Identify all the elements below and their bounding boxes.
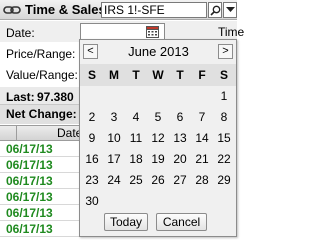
weekday-label: S <box>219 68 228 82</box>
value-range-label: Value/Range: <box>6 68 78 82</box>
calendar-day[interactable]: 9 <box>82 129 102 147</box>
calendar-day[interactable]: 7 <box>192 108 212 126</box>
last-value: 97.380 <box>37 90 74 104</box>
calendar-day[interactable]: 12 <box>148 129 168 147</box>
weekday-label: M <box>109 68 119 82</box>
table-row[interactable]: 06/17/13 <box>0 189 80 205</box>
calendar-day[interactable]: 8 <box>214 108 234 126</box>
row-date: 06/17/13 <box>6 222 53 236</box>
next-month-button[interactable]: > <box>218 44 233 59</box>
calendar-day[interactable]: 21 <box>192 150 212 168</box>
calendar-day[interactable]: 10 <box>104 129 124 147</box>
table-row[interactable]: 06/17/13 <box>0 157 80 173</box>
window-title: Time & Sales <box>25 2 106 17</box>
calendar-day[interactable]: 2 <box>82 108 102 126</box>
symbol-dropdown-button[interactable] <box>223 2 237 18</box>
calendar-day[interactable]: 16 <box>82 150 102 168</box>
calendar-day[interactable]: 22 <box>214 150 234 168</box>
weekday-label: S <box>87 68 96 82</box>
calendar-day[interactable]: 5 <box>148 108 168 126</box>
calendar-day[interactable]: 30 <box>82 192 102 210</box>
weekday-label: W <box>152 68 164 82</box>
calendar-day[interactable]: 26 <box>148 171 168 189</box>
row-date: 06/17/13 <box>6 190 53 204</box>
net-change-label: Net Change: <box>6 107 77 121</box>
calendar-day[interactable]: 28 <box>192 171 212 189</box>
calendar-day[interactable]: 17 <box>104 150 124 168</box>
calendar-day[interactable]: 15 <box>214 129 234 147</box>
row-date: 06/17/13 <box>6 142 53 156</box>
calendar-day[interactable]: 4 <box>126 108 146 126</box>
calendar-day[interactable]: 18 <box>126 150 146 168</box>
calendar-icon[interactable] <box>146 26 159 38</box>
calendar-day[interactable]: 29 <box>214 171 234 189</box>
chevron-down-icon <box>225 7 235 12</box>
table-row[interactable]: 06/17/13 <box>0 205 80 221</box>
row-date: 06/17/13 <box>6 158 53 172</box>
date-label: Date: <box>6 26 35 40</box>
today-button[interactable]: Today <box>104 213 148 231</box>
calendar-day[interactable]: 1 <box>214 87 234 105</box>
calendar-day[interactable]: 13 <box>170 129 190 147</box>
search-icon <box>209 5 220 16</box>
table-row[interactable]: 06/17/13 <box>0 221 80 237</box>
calendar-day[interactable]: 3 <box>104 108 124 126</box>
price-range-label: Price/Range: <box>6 47 76 61</box>
calendar-day[interactable]: 19 <box>148 150 168 168</box>
calendar-popup: < June 2013 > S M T W T F S 1 2 3 4 5 6 7 8 9 10 1… <box>79 39 237 237</box>
row-date: 06/17/13 <box>6 206 53 220</box>
calendar-day[interactable]: 24 <box>104 171 124 189</box>
weekday-label: F <box>198 68 206 82</box>
calendar-day[interactable]: 23 <box>82 171 102 189</box>
last-label: Last: <box>6 90 35 104</box>
table-row[interactable]: 06/17/13 <box>0 141 80 157</box>
calendar-day[interactable]: 14 <box>192 129 212 147</box>
weekday-label: T <box>132 68 140 82</box>
calendar-day[interactable]: 11 <box>126 129 146 147</box>
title-bar: Time & Sales IRS 1!-SFE <box>0 0 237 20</box>
calendar-day[interactable]: 6 <box>170 108 190 126</box>
calendar-day[interactable]: 20 <box>170 150 190 168</box>
link-chain-icon[interactable] <box>3 3 21 17</box>
search-button[interactable] <box>208 2 222 18</box>
previous-month-button[interactable]: < <box>83 44 98 59</box>
column-divider <box>16 125 17 141</box>
weekday-label: T <box>176 68 184 82</box>
table-row[interactable]: 06/17/13 <box>0 173 80 189</box>
calendar-day[interactable]: 27 <box>170 171 190 189</box>
calendar-month-title: June 2013 <box>128 44 189 59</box>
time-label: Time <box>218 25 245 39</box>
calendar-day[interactable]: 25 <box>126 171 146 189</box>
symbol-input[interactable]: IRS 1!-SFE <box>101 2 207 18</box>
cancel-button[interactable]: Cancel <box>156 213 207 231</box>
row-date: 06/17/13 <box>6 174 53 188</box>
